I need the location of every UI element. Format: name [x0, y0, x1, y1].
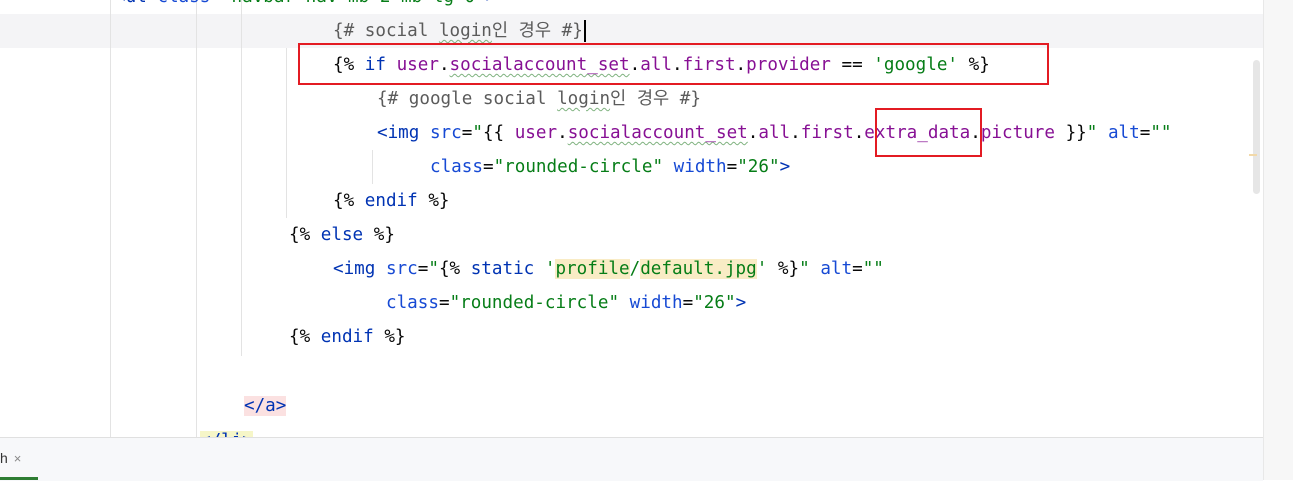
code-line[interactable]: {% else %}	[289, 218, 395, 252]
highlight-box-extra-data	[875, 108, 982, 157]
highlight-box-if-line	[298, 43, 1049, 85]
warning-marker	[1249, 154, 1257, 156]
bottom-tool-panel: h ×	[0, 437, 1263, 481]
code-line[interactable]: {% endif %}	[289, 320, 406, 354]
code-line[interactable]: class="rounded-circle" width="26">	[386, 286, 746, 320]
vertical-scrollbar[interactable]	[1263, 0, 1293, 480]
indent-guide	[241, 0, 242, 356]
code-line[interactable]: <img src="{{ user.socialaccount_set.all.…	[377, 116, 1172, 150]
code-line[interactable]: </a>	[244, 389, 287, 423]
indent-guide	[110, 0, 111, 437]
code-line[interactable]: <ul class="navbar-nav mb-2 mb-lg-0">	[115, 0, 496, 14]
scrollbar-thumb[interactable]	[1253, 60, 1260, 194]
code-line[interactable]: class="rounded-circle" width="26">	[430, 150, 790, 184]
text-cursor	[583, 20, 586, 42]
indent-guide	[196, 0, 197, 437]
code-line[interactable]: </li>	[200, 424, 253, 437]
indent-guide	[286, 48, 287, 218]
code-line[interactable]: {% endif %}	[333, 184, 450, 218]
panel-tab[interactable]: h ×	[0, 450, 21, 466]
indent-guide	[372, 150, 373, 184]
close-icon[interactable]: ×	[14, 451, 22, 466]
code-line[interactable]: <img src="{% static 'profile/default.jpg…	[333, 252, 884, 286]
code-line[interactable]: {# google social login인 경우 #}	[377, 82, 701, 116]
code-editor[interactable]: <ul class="navbar-nav mb-2 mb-lg-0"> {# …	[0, 0, 1263, 437]
panel-tab-label: h	[0, 450, 8, 466]
